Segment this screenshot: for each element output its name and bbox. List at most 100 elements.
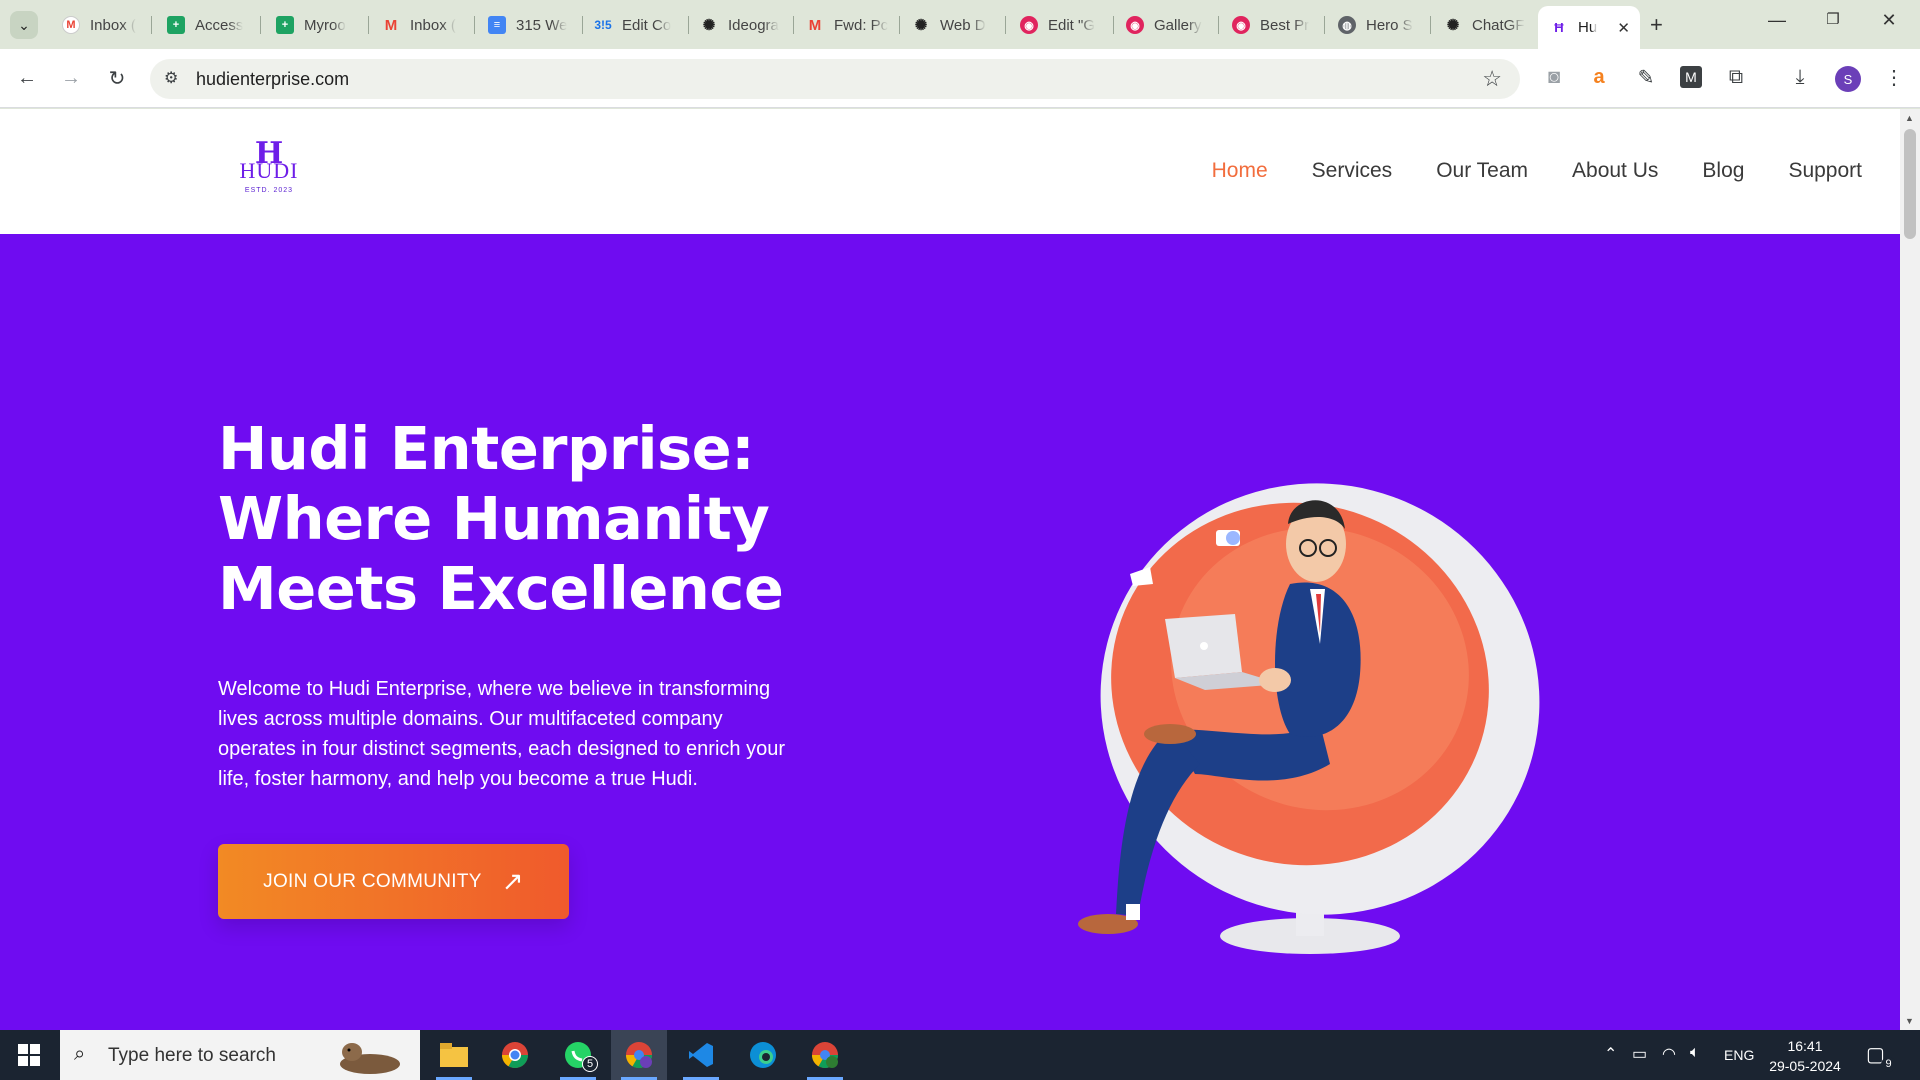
chrome-profile-2-icon[interactable] bbox=[797, 1030, 853, 1080]
tab-title: Hu bbox=[1578, 19, 1598, 36]
tab-title: 315 We bbox=[516, 16, 568, 34]
tab[interactable]: ≡ 315 We bbox=[476, 8, 580, 42]
vscode-icon[interactable] bbox=[673, 1030, 729, 1080]
windows-taskbar: ⌕ Type here to search 5 ⌃ ▭ ◠ 🔈︎ ENG 16:… bbox=[0, 1030, 1920, 1080]
tab-title: Gallery bbox=[1154, 16, 1202, 34]
tab-title: Hero S bbox=[1366, 16, 1413, 34]
close-window-icon[interactable]: ✕ bbox=[1866, 10, 1912, 31]
tab[interactable]: ◉ Gallery bbox=[1114, 8, 1218, 42]
app-icon: ◉ bbox=[1020, 16, 1038, 34]
taskbar-search-box[interactable]: ⌕ Type here to search bbox=[60, 1030, 420, 1080]
315-icon: 3!5 bbox=[594, 18, 612, 32]
logo-wordmark: HUDI bbox=[239, 158, 299, 183]
chrome-profile-icon[interactable] bbox=[611, 1030, 667, 1080]
menu-kebab-icon[interactable]: ⋮ bbox=[1880, 63, 1908, 91]
tab[interactable]: M Fwd: Pc bbox=[794, 8, 898, 42]
tab-title: Myroo bbox=[304, 16, 346, 34]
gmail-icon: M bbox=[384, 16, 398, 34]
hero-title-line: Hudi Enterprise: bbox=[218, 414, 755, 483]
back-icon[interactable]: ← bbox=[14, 65, 40, 91]
hudi-logo[interactable]: H HUDI ESTD. 2023 bbox=[236, 139, 302, 213]
scroll-up-icon[interactable]: ▲ bbox=[1905, 113, 1914, 123]
whatsapp-badge: 5 bbox=[582, 1056, 598, 1072]
tab[interactable]: M Inbox ( bbox=[370, 8, 470, 42]
web-page: H HUDI ESTD. 2023 Home Services Our Team… bbox=[0, 109, 1900, 1030]
tab-title: ChatGF bbox=[1472, 16, 1525, 34]
page-scrollbar[interactable]: ▲ ▼ bbox=[1900, 109, 1920, 1030]
profile-avatar[interactable]: S bbox=[1835, 66, 1861, 92]
restore-icon[interactable]: ❐ bbox=[1810, 10, 1856, 28]
openai-icon: ✺ bbox=[1446, 17, 1460, 34]
nav-support[interactable]: Support bbox=[1788, 159, 1862, 183]
nav-our-team[interactable]: Our Team bbox=[1436, 159, 1528, 183]
sheets-icon: + bbox=[276, 16, 294, 34]
tab-active[interactable]: Ħ Hu ✕ bbox=[1538, 6, 1640, 49]
tab[interactable]: ✺ Ideogra bbox=[688, 8, 792, 42]
tab[interactable]: ◉ Best Pr bbox=[1220, 8, 1324, 42]
camera-icon[interactable]: ◙ bbox=[1540, 63, 1568, 91]
whatsapp-icon[interactable]: 5 bbox=[550, 1030, 606, 1080]
tab-title: Access bbox=[195, 16, 244, 34]
download-icon[interactable]: ⤓ bbox=[1786, 63, 1814, 91]
tab[interactable]: ◍ Hero S bbox=[1326, 8, 1430, 42]
gmail-icon: M bbox=[62, 16, 80, 34]
hero-title-line: Meets Excellence bbox=[218, 554, 784, 623]
search-placeholder: Type here to search bbox=[108, 1045, 276, 1066]
otter-illustration-icon bbox=[340, 1043, 400, 1074]
minimize-icon[interactable]: — bbox=[1754, 10, 1800, 31]
eyedropper-icon[interactable]: ✎ bbox=[1632, 63, 1660, 91]
volume-icon[interactable]: 🔈︎ bbox=[1690, 1044, 1700, 1062]
bookmark-star-icon[interactable]: ☆ bbox=[1482, 66, 1502, 92]
close-tab-icon[interactable]: ✕ bbox=[1617, 19, 1630, 37]
clock-time: 16:41 bbox=[1787, 1038, 1823, 1054]
forward-icon[interactable]: → bbox=[58, 65, 84, 91]
hero-title: Hudi Enterprise: Where Humanity Meets Ex… bbox=[218, 414, 838, 624]
tab-title: Edit "G bbox=[1048, 16, 1096, 34]
language-indicator[interactable]: ENG bbox=[1724, 1047, 1754, 1063]
reload-icon[interactable]: ↻ bbox=[104, 65, 130, 91]
tab[interactable]: ✺ ChatGF bbox=[1432, 8, 1536, 42]
extensions-puzzle-icon[interactable]: ⧉ bbox=[1722, 63, 1750, 91]
tab[interactable]: + Access bbox=[155, 8, 255, 42]
nav-home[interactable]: Home bbox=[1212, 159, 1268, 183]
tab-search-button[interactable]: ⌄ bbox=[10, 11, 38, 39]
gmail-icon: M bbox=[808, 16, 822, 34]
logo-estd: ESTD. 2023 bbox=[244, 187, 294, 194]
scrollbar-thumb[interactable] bbox=[1904, 129, 1916, 239]
new-tab-button[interactable]: + bbox=[1650, 12, 1663, 38]
tab-title: Web D bbox=[940, 16, 986, 34]
chevron-up-icon[interactable]: ⌃ bbox=[1604, 1044, 1617, 1064]
nav-about-us[interactable]: About Us bbox=[1572, 159, 1658, 183]
nav-services[interactable]: Services bbox=[1312, 159, 1393, 183]
tab-title: Ideogra bbox=[728, 16, 779, 34]
chrome-icon[interactable] bbox=[487, 1030, 543, 1080]
browser-tab-strip: ⌄ M Inbox ( + Access + Myroo M Inbox ( ≡… bbox=[0, 0, 1920, 49]
hero-description: Welcome to Hudi Enterprise, where we bel… bbox=[218, 678, 785, 790]
tab-title: Inbox ( bbox=[410, 16, 456, 34]
edge-icon[interactable] bbox=[735, 1030, 791, 1080]
windows-start-icon[interactable] bbox=[0, 1030, 58, 1080]
nav-blog[interactable]: Blog bbox=[1702, 159, 1744, 183]
hudi-icon: Ħ bbox=[1554, 20, 1564, 35]
tab-title: Best Pr bbox=[1260, 16, 1310, 34]
site-settings-icon[interactable]: ⚙ bbox=[164, 68, 178, 88]
tab-title: Fwd: Pc bbox=[834, 16, 889, 34]
battery-icon[interactable]: ▭ bbox=[1632, 1044, 1647, 1064]
tab[interactable]: M Inbox ( bbox=[50, 8, 142, 42]
tab[interactable]: 3!5 Edit Co bbox=[582, 8, 686, 42]
tab[interactable]: + Myroo bbox=[264, 8, 364, 42]
tab[interactable]: ✺ Web D bbox=[900, 8, 1004, 42]
address-bar[interactable]: ⚙ hudienterprise.com ☆ bbox=[150, 59, 1520, 99]
amazon-extension-icon[interactable]: a bbox=[1585, 63, 1613, 91]
wifi-icon[interactable]: ◠ bbox=[1662, 1044, 1676, 1064]
search-icon: ⌕ bbox=[74, 1043, 86, 1065]
site-header: H HUDI ESTD. 2023 Home Services Our Team… bbox=[0, 109, 1900, 234]
tab[interactable]: ◉ Edit "G bbox=[1008, 8, 1112, 42]
m-extension-icon[interactable]: M bbox=[1680, 66, 1702, 88]
file-explorer-icon[interactable] bbox=[426, 1030, 482, 1080]
cta-label: JOIN OUR COMMUNITY bbox=[263, 870, 482, 892]
system-clock[interactable]: 16:41 29-05-2024 bbox=[1760, 1036, 1850, 1076]
join-community-button[interactable]: JOIN OUR COMMUNITY ↗ bbox=[218, 844, 569, 919]
url-text[interactable]: hudienterprise.com bbox=[196, 69, 349, 90]
scroll-down-icon[interactable]: ▼ bbox=[1905, 1016, 1914, 1026]
